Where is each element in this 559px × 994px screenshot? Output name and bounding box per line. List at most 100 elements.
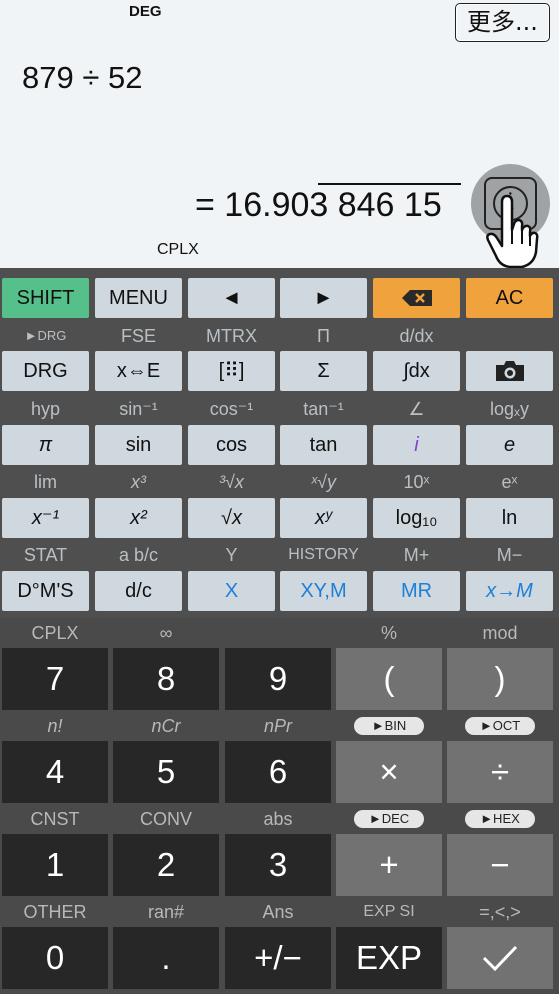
- digit-8-button[interactable]: 8: [113, 648, 219, 710]
- imaginary-button[interactable]: i: [373, 425, 460, 465]
- cos-button[interactable]: cos: [188, 425, 275, 465]
- label-ncr: nCr: [151, 716, 181, 736]
- label-history: HISTORY: [288, 546, 359, 563]
- label-log-base: logₓy: [490, 399, 529, 419]
- checkmark-icon: [482, 945, 518, 972]
- label-other: OTHER: [23, 902, 87, 922]
- label-memory-plus: M+: [403, 545, 430, 565]
- digit-0-button[interactable]: 0: [2, 927, 108, 989]
- label-arcsin: sin⁻¹: [119, 399, 158, 419]
- backspace-icon: [401, 290, 432, 306]
- add-button[interactable]: +: [336, 834, 442, 896]
- exp-button[interactable]: EXP: [336, 927, 442, 989]
- label-comparison: =,<,>: [479, 902, 521, 922]
- euler-button[interactable]: e: [466, 425, 553, 465]
- label-abs: abs: [263, 809, 293, 829]
- complex-mode-indicator: CPLX: [157, 241, 199, 258]
- label-hyp: hyp: [30, 399, 61, 419]
- label-cube: x³: [131, 472, 146, 492]
- label-arccos: cos⁻¹: [209, 399, 254, 419]
- label-y: Y: [225, 545, 238, 565]
- hand-pointer-icon: [486, 194, 539, 269]
- numeric-keypad: CPLX ∞ % mod 7 8 9 ( ) n! nCr nPr ►BIN ►…: [0, 618, 559, 994]
- label-derivative: d/dx: [399, 326, 434, 346]
- multiply-button[interactable]: ×: [336, 741, 442, 803]
- drg-button[interactable]: DRG: [2, 351, 89, 391]
- sign-toggle-button[interactable]: +/−: [225, 927, 331, 989]
- reciprocal-button[interactable]: x⁻¹: [2, 498, 89, 538]
- tan-button[interactable]: tan: [280, 425, 367, 465]
- label-npr: nPr: [263, 716, 292, 736]
- label-angle: ∠: [408, 399, 425, 419]
- camera-button[interactable]: [466, 351, 553, 391]
- store-memory-button[interactable]: x→M: [466, 571, 553, 611]
- to-binary-badge: ►BIN: [354, 717, 424, 735]
- open-paren-button[interactable]: (: [336, 648, 442, 710]
- ln-button[interactable]: ln: [466, 498, 553, 538]
- label-nth-root: ˣ√y: [311, 472, 336, 492]
- expression-display[interactable]: 879 ÷ 52: [22, 60, 142, 96]
- pi-button[interactable]: π: [2, 425, 89, 465]
- label-arctan: tan⁻¹: [303, 399, 344, 419]
- result-value: = 16.903 846 15: [195, 186, 442, 224]
- label-ans: Ans: [262, 902, 294, 922]
- to-octal-badge: ►OCT: [465, 717, 535, 735]
- log10-button[interactable]: log₁₀: [373, 498, 460, 538]
- digit-9-button[interactable]: 9: [225, 648, 331, 710]
- display-area: DEG 更多... 879 ÷ 52 = 16.903 846 15 CPLX …: [0, 0, 559, 269]
- digit-7-button[interactable]: 7: [2, 648, 108, 710]
- digit-5-button[interactable]: 5: [113, 741, 219, 803]
- digit-6-button[interactable]: 6: [225, 741, 331, 803]
- function-keypad: SHIFT MENU ◄ ► AC ►DRG FSE MTRX Π d/dx D…: [0, 268, 559, 618]
- label-cplx: CPLX: [31, 623, 79, 643]
- label-factorial: n!: [47, 716, 63, 736]
- sin-button[interactable]: sin: [95, 425, 182, 465]
- label-exp-si: EXP SI: [363, 903, 415, 920]
- backspace-button[interactable]: [373, 278, 460, 318]
- divide-button[interactable]: ÷: [447, 741, 553, 803]
- repeating-decimal-bar: [318, 183, 461, 185]
- label-convert: CONV: [139, 809, 192, 829]
- cursor-left-button[interactable]: ◄: [188, 278, 275, 318]
- all-clear-button[interactable]: AC: [466, 278, 553, 318]
- x-variable-button[interactable]: X: [188, 571, 275, 611]
- digit-4-button[interactable]: 4: [2, 741, 108, 803]
- matrix-button[interactable]: [⠿]: [188, 351, 275, 391]
- to-hex-badge: ►HEX: [465, 810, 535, 828]
- subtract-button[interactable]: −: [447, 834, 553, 896]
- xym-button[interactable]: XY,M: [280, 571, 367, 611]
- decimal-point-button[interactable]: .: [113, 927, 219, 989]
- label-mod: mod: [482, 623, 518, 643]
- integral-button[interactable]: ∫dx: [373, 351, 460, 391]
- square-button[interactable]: x²: [95, 498, 182, 538]
- label-mtrx: MTRX: [206, 326, 257, 346]
- memory-recall-button[interactable]: MR: [373, 571, 460, 611]
- more-button[interactable]: 更多...: [455, 3, 550, 42]
- fraction-button[interactable]: d/c: [95, 571, 182, 611]
- power-button[interactable]: xʸ: [280, 498, 367, 538]
- label-product: Π: [317, 326, 330, 346]
- digit-3-button[interactable]: 3: [225, 834, 331, 896]
- label-stat: STAT: [23, 545, 68, 565]
- sum-button[interactable]: Σ: [280, 351, 367, 391]
- sqrt-button[interactable]: √x: [188, 498, 275, 538]
- digit-1-button[interactable]: 1: [2, 834, 108, 896]
- dms-button[interactable]: D°M'S: [2, 571, 89, 611]
- label-infinity: ∞: [159, 623, 173, 643]
- equals-button[interactable]: [447, 927, 553, 989]
- camera-icon: [495, 361, 524, 381]
- label-random: ran#: [147, 902, 185, 922]
- menu-button[interactable]: MENU: [95, 278, 182, 318]
- label-memory-minus: M−: [496, 545, 523, 565]
- label-e-power: eˣ: [501, 472, 518, 492]
- label-fraction: a b/c: [118, 545, 159, 565]
- cursor-right-button[interactable]: ►: [280, 278, 367, 318]
- label-percent: %: [380, 623, 397, 643]
- close-paren-button[interactable]: ): [447, 648, 553, 710]
- shift-button[interactable]: SHIFT: [2, 278, 89, 318]
- label-lim: lim: [34, 472, 57, 492]
- label-drg-convert: ►DRG: [24, 328, 67, 343]
- label-constants: CNST: [30, 809, 80, 829]
- digit-2-button[interactable]: 2: [113, 834, 219, 896]
- x-swap-e-button[interactable]: x⇔E: [95, 351, 182, 391]
